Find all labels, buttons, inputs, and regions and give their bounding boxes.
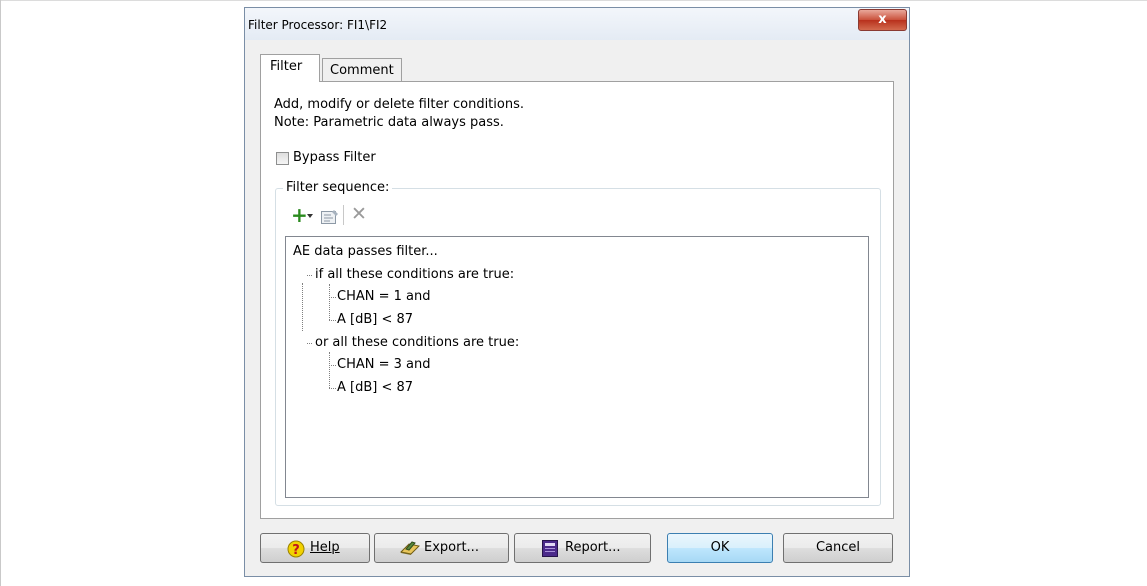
tree-condition-2-1[interactable]: CHAN = 3 and — [337, 357, 431, 372]
tree-group-2[interactable]: or all these conditions are true: — [315, 335, 519, 350]
add-condition-icon[interactable]: + — [291, 205, 308, 225]
ok-button-label: OK — [710, 540, 730, 555]
tab-comment-label: Comment — [330, 63, 394, 78]
window-border-top — [0, 0, 1147, 1]
tree-connector — [329, 365, 336, 366]
window-border-left — [0, 0, 1, 586]
help-icon: ? — [287, 540, 305, 558]
report-button-label: Report... — [565, 540, 621, 555]
dialog-titlebar[interactable]: Filter Processor: FI1\FI2 x — [245, 8, 909, 40]
tree-connector — [307, 343, 312, 344]
bypass-filter-label[interactable]: Bypass Filter — [293, 150, 376, 165]
filter-tab-panel: Add, modify or delete filter conditions.… — [260, 81, 894, 519]
tree-connector — [307, 275, 312, 276]
close-button[interactable]: x — [858, 9, 907, 31]
description-line-1: Add, modify or delete filter conditions. — [274, 97, 524, 112]
export-button[interactable]: Export... — [374, 533, 509, 563]
properties-icon[interactable] — [321, 210, 339, 224]
filter-processor-dialog: Filter Processor: FI1\FI2 x Filter Comme… — [244, 7, 910, 577]
filter-tree-view[interactable]: AE data passes filter... if all these co… — [285, 236, 869, 498]
cancel-button[interactable]: Cancel — [783, 533, 893, 563]
delete-icon[interactable]: ✕ — [351, 204, 367, 224]
bypass-filter-checkbox[interactable] — [276, 152, 289, 165]
tree-condition-1-2[interactable]: A [dB] < 87 — [337, 312, 413, 327]
report-button[interactable]: Report... — [514, 533, 651, 563]
export-icon — [400, 541, 420, 555]
tree-group-1[interactable]: if all these conditions are true: — [315, 267, 514, 282]
dialog-title: Filter Processor: FI1\FI2 — [248, 18, 388, 32]
tab-filter-label: Filter — [270, 59, 303, 74]
tree-connector — [329, 352, 330, 388]
toolbar-separator — [343, 205, 344, 225]
tree-condition-1-1[interactable]: CHAN = 1 and — [337, 289, 431, 304]
tab-filter[interactable]: Filter — [260, 54, 320, 82]
tree-connector — [329, 320, 336, 321]
tree-connector — [302, 283, 303, 331]
cancel-button-label: Cancel — [815, 540, 861, 555]
help-button[interactable]: ? Help — [260, 533, 370, 563]
ok-button[interactable]: OK — [667, 533, 773, 563]
help-button-label: Help — [310, 540, 340, 555]
report-icon — [542, 540, 558, 557]
tree-connector — [329, 297, 336, 298]
tree-connector — [329, 388, 336, 389]
close-icon: x — [878, 12, 887, 27]
tree-condition-2-2[interactable]: A [dB] < 87 — [337, 380, 413, 395]
tree-root[interactable]: AE data passes filter... — [293, 244, 438, 259]
filter-sequence-legend: Filter sequence: — [283, 180, 393, 195]
description-line-2: Note: Parametric data always pass. — [274, 115, 504, 130]
svg-text:?: ? — [292, 543, 300, 558]
dropdown-arrow-icon[interactable] — [307, 214, 313, 218]
export-button-label: Export... — [424, 540, 479, 555]
tree-connector — [329, 284, 330, 320]
